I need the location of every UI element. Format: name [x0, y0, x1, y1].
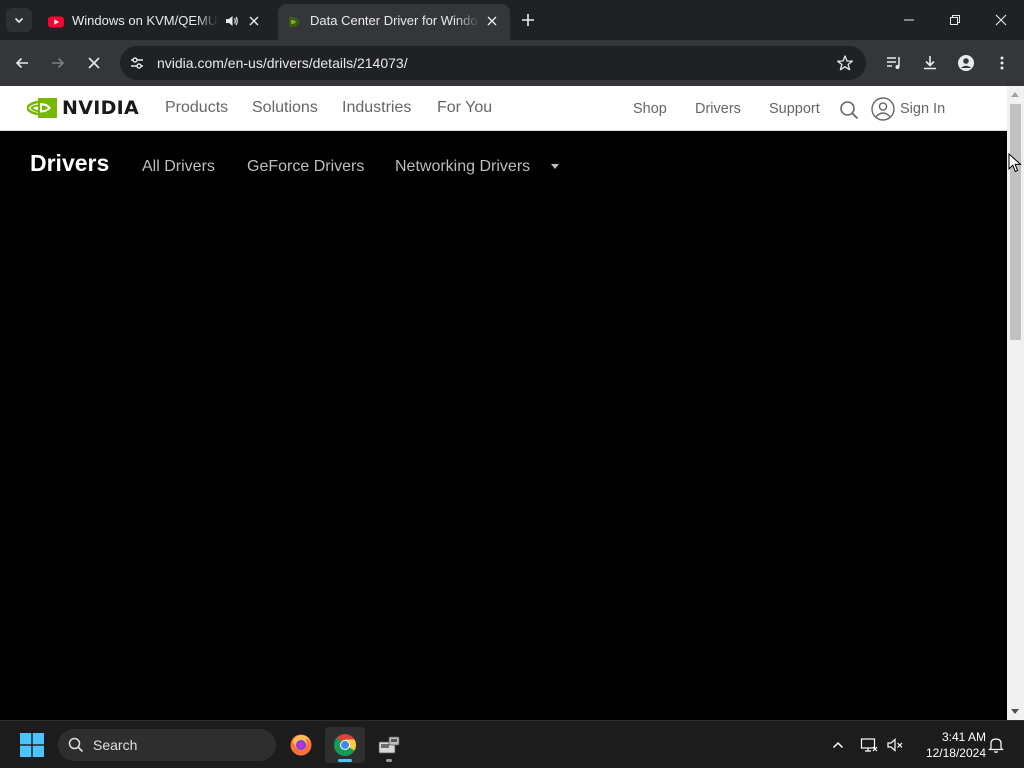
- tab-nvidia-driver[interactable]: Data Center Driver for Windows: [278, 4, 510, 40]
- drivers-subnav: Drivers All Drivers GeForce Drivers Netw…: [0, 131, 1007, 201]
- page-scrollbar[interactable]: [1007, 86, 1024, 720]
- youtube-icon: [48, 16, 64, 28]
- arrow-left-icon: [15, 57, 28, 69]
- bell-icon: [988, 738, 1004, 753]
- url-text[interactable]: nvidia.com/en-us/drivers/details/214073/: [157, 55, 408, 71]
- stop-loading-button[interactable]: [82, 51, 106, 75]
- nav-support[interactable]: Support: [769, 101, 820, 117]
- tab-search-button[interactable]: [6, 8, 32, 32]
- nvidia-eye-logo-icon: [27, 98, 57, 118]
- network-tray-icon[interactable]: [859, 735, 879, 755]
- close-icon: [88, 57, 100, 69]
- account-icon: [958, 55, 974, 71]
- chevron-up-icon: [832, 741, 844, 749]
- tab-title: Data Center Driver for Windows: [310, 13, 480, 28]
- taskbar-clock[interactable]: 3:41 AM 12/18/2024: [914, 729, 986, 761]
- nav-for-you[interactable]: For You: [437, 99, 492, 117]
- scroll-down-arrow-icon[interactable]: [1011, 709, 1019, 714]
- speaker-icon[interactable]: [224, 13, 240, 29]
- scrollbar-thumb[interactable]: [1010, 104, 1021, 340]
- menu-button[interactable]: [990, 51, 1014, 75]
- volume-tray-icon[interactable]: [885, 735, 905, 755]
- taskbar-firefox[interactable]: [281, 727, 321, 763]
- subnav-networking-drivers[interactable]: Networking Drivers: [395, 158, 530, 176]
- minimize-button[interactable]: [886, 0, 932, 40]
- nav-products[interactable]: Products: [165, 99, 228, 117]
- nav-drivers[interactable]: Drivers: [695, 101, 741, 117]
- tab-strip: Windows on KVM/QEMU: C Data Center Drive…: [0, 0, 1024, 40]
- clock-time: 3:41 AM: [941, 730, 986, 744]
- clock-date: 12/18/2024: [925, 746, 986, 760]
- subnav-geforce-drivers[interactable]: GeForce Drivers: [247, 158, 364, 176]
- nvidia-favicon: [289, 16, 300, 28]
- tab-youtube[interactable]: Windows on KVM/QEMU: C: [40, 4, 272, 40]
- caret-down-icon[interactable]: [551, 164, 559, 169]
- user-icon[interactable]: [871, 97, 895, 121]
- scroll-up-arrow-icon[interactable]: [1011, 92, 1019, 97]
- mouse-cursor-icon: [1008, 153, 1022, 173]
- page-viewport: NVIDIA Products Solutions Industries For…: [0, 86, 1007, 720]
- star-icon[interactable]: [836, 54, 854, 72]
- nav-solutions[interactable]: Solutions: [252, 99, 318, 117]
- chrome-icon: [334, 734, 356, 756]
- taskbar-chrome[interactable]: [325, 727, 365, 763]
- close-tab-icon[interactable]: [246, 13, 262, 29]
- nav-industries[interactable]: Industries: [342, 99, 411, 117]
- subnav-title[interactable]: Drivers: [30, 150, 109, 177]
- show-hidden-icons-button[interactable]: [828, 735, 848, 755]
- tab-title: Windows on KVM/QEMU: C: [72, 13, 218, 28]
- browser-toolbar: nvidia.com/en-us/drivers/details/214073/: [0, 40, 1024, 86]
- site-info-icon[interactable]: [128, 54, 146, 72]
- forward-button[interactable]: [46, 51, 70, 75]
- virt-manager-icon: [378, 736, 400, 754]
- restore-icon: [950, 15, 960, 25]
- nvidia-logo[interactable]: NVIDIA: [27, 97, 139, 119]
- new-tab-icon[interactable]: [518, 10, 538, 30]
- sign-in-link[interactable]: Sign In: [900, 101, 945, 117]
- minimize-icon: [904, 19, 914, 21]
- more-vert-icon: [1000, 56, 1004, 70]
- close-icon: [995, 14, 1007, 26]
- volume-muted-icon: [887, 738, 903, 752]
- search-label: Search: [93, 737, 138, 753]
- restore-button[interactable]: [932, 0, 978, 40]
- close-window-button[interactable]: [978, 0, 1024, 40]
- search-icon: [68, 737, 84, 753]
- firefox-icon: [290, 734, 312, 756]
- chevron-down-icon: [14, 17, 24, 24]
- media-controls-button[interactable]: [882, 51, 906, 75]
- windows-start-icon[interactable]: [20, 733, 44, 757]
- running-app-indicator: [386, 759, 392, 762]
- network-icon: [860, 738, 878, 752]
- arrow-right-icon: [52, 57, 65, 69]
- queue-music-icon: [887, 57, 900, 69]
- close-tab-icon[interactable]: [484, 13, 500, 29]
- nvidia-header: NVIDIA Products Solutions Industries For…: [0, 86, 1007, 131]
- brand-wordmark: NVIDIA: [62, 97, 140, 119]
- notifications-button[interactable]: [986, 735, 1006, 755]
- taskbar-virt-manager[interactable]: [369, 727, 409, 763]
- profile-button[interactable]: [954, 51, 978, 75]
- nav-shop[interactable]: Shop: [633, 101, 667, 117]
- subnav-all-drivers[interactable]: All Drivers: [142, 158, 215, 176]
- active-app-indicator: [338, 759, 352, 762]
- download-icon: [924, 56, 936, 70]
- search-icon[interactable]: [839, 100, 859, 120]
- address-bar[interactable]: nvidia.com/en-us/drivers/details/214073/: [120, 46, 866, 80]
- downloads-button[interactable]: [918, 51, 942, 75]
- windows-taskbar: Search 3:41 AM 12/18/2024: [0, 720, 1024, 768]
- taskbar-search[interactable]: Search: [58, 729, 276, 761]
- back-button[interactable]: [10, 51, 34, 75]
